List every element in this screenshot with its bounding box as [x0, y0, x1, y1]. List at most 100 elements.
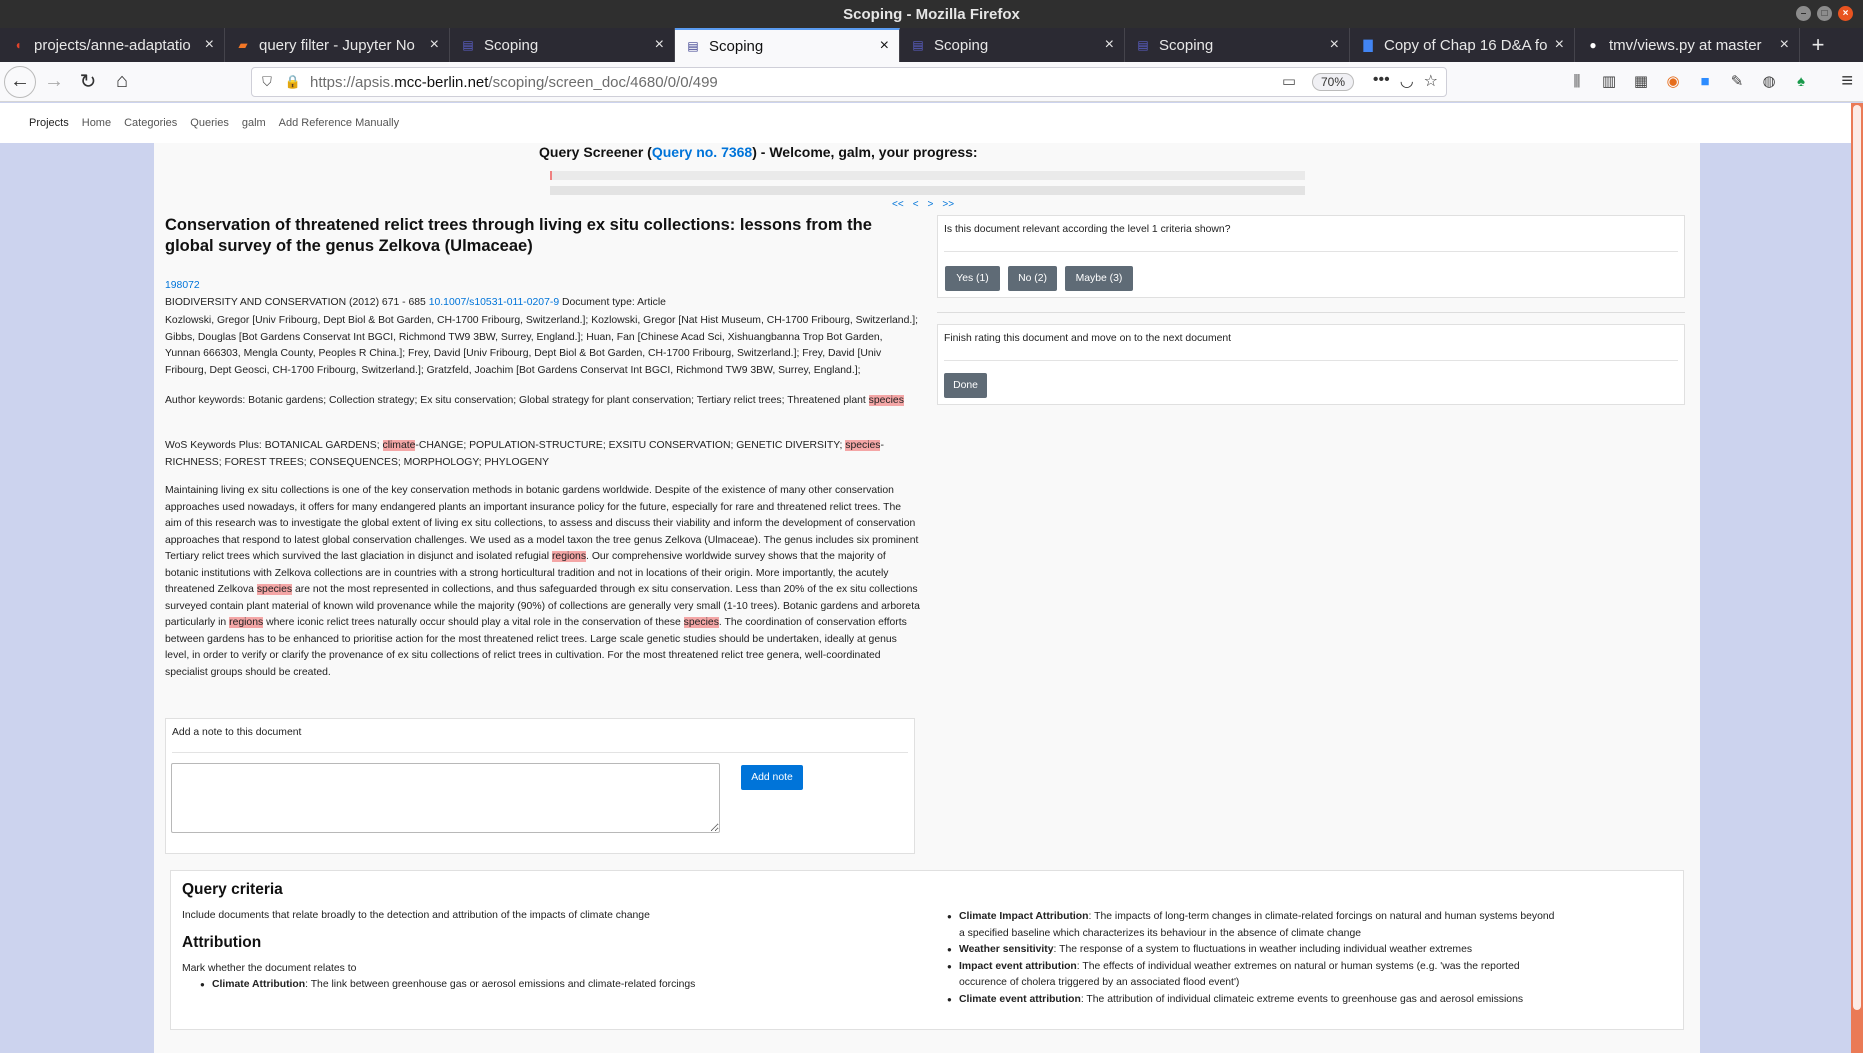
- scrollbar-thumb[interactable]: [1853, 105, 1861, 1010]
- tab-github[interactable]: ● tmv/views.py at master ×: [1575, 28, 1800, 62]
- bookmark-star-icon[interactable]: ☆: [1424, 71, 1438, 91]
- highlight-term: species: [845, 440, 881, 451]
- tab-label: Scoping: [709, 37, 764, 55]
- nav-home[interactable]: Home: [82, 117, 111, 129]
- keywords-text: WoS Keywords Plus: BOTANICAL GARDENS;: [165, 440, 383, 451]
- reload-button[interactable]: ↻: [72, 66, 104, 98]
- tab-scoping-1[interactable]: ▤ Scoping ×: [450, 28, 675, 62]
- tab-label: Scoping: [1159, 36, 1214, 54]
- new-tab-button[interactable]: +: [1800, 28, 1836, 62]
- divider: [944, 251, 1678, 252]
- shield-icon[interactable]: ⛉: [256, 74, 278, 90]
- highlight-term: species: [683, 617, 719, 628]
- no-button[interactable]: No (2): [1008, 266, 1057, 291]
- back-button[interactable]: ←: [4, 65, 36, 98]
- minimize-icon[interactable]: –: [1796, 6, 1811, 21]
- nav-user[interactable]: galm: [242, 117, 266, 129]
- criteria-item: Climate Attribution: The link between gr…: [200, 977, 820, 994]
- pager-next[interactable]: >: [928, 199, 934, 210]
- sidebar-icon[interactable]: ▥: [1598, 68, 1620, 94]
- reader-view-icon[interactable]: ▭: [1282, 72, 1296, 90]
- forward-button[interactable]: →: [38, 66, 70, 98]
- done-button[interactable]: Done: [944, 373, 987, 398]
- reload-icon: ↻: [79, 71, 97, 93]
- tab-close-icon[interactable]: ×: [1330, 36, 1339, 54]
- tab-strip: ◖ projects/anne-adaptatio × ▰ query filt…: [0, 28, 1863, 62]
- toolbar-extensions: ⫼ ▥ ▦ ◉ ■ ✎ ◍ ♠: [1566, 68, 1812, 94]
- add-note-button[interactable]: Add note: [741, 765, 803, 790]
- document-source: BIODIVERSITY AND CONSERVATION (2012) 671…: [165, 296, 426, 308]
- account-icon[interactable]: ◍: [1758, 68, 1780, 94]
- zoom-level[interactable]: 70%: [1311, 73, 1354, 91]
- query-link[interactable]: Query no. 7368: [652, 144, 752, 160]
- divider: [937, 312, 1685, 313]
- url-text[interactable]: https://apsis.mcc-berlin.net/scoping/scr…: [310, 74, 718, 91]
- highlight-term: species: [868, 395, 904, 406]
- zoom-extension-icon[interactable]: ■: [1694, 68, 1716, 94]
- tab-close-icon[interactable]: ×: [430, 36, 439, 54]
- criteria-item: Impact event attribution: The effects of…: [947, 959, 1557, 992]
- tab-jupyter[interactable]: ▰ query filter - Jupyter No ×: [225, 28, 450, 62]
- author-keywords: Author keywords: Botanic gardens; Collec…: [165, 393, 920, 410]
- yes-button[interactable]: Yes (1): [945, 266, 1000, 291]
- nav-add-reference[interactable]: Add Reference Manually: [279, 117, 399, 129]
- tab-close-icon[interactable]: ×: [1105, 36, 1114, 54]
- home-button[interactable]: ⌂: [106, 66, 138, 98]
- lock-icon[interactable]: 🔒: [282, 74, 304, 90]
- nav-queries[interactable]: Queries: [190, 117, 229, 129]
- note-textarea[interactable]: [171, 763, 720, 833]
- tab-google-docs[interactable]: ▇ Copy of Chap 16 D&A fo ×: [1350, 28, 1575, 62]
- document-abstract: Maintaining living ex situ collections i…: [165, 483, 920, 681]
- document-icon: ▤: [1137, 38, 1149, 52]
- criteria-term: Climate Impact Attribution: [959, 911, 1089, 922]
- firefox-extension-icon[interactable]: ◉: [1662, 68, 1684, 94]
- criteria-text: : The response of a system to fluctuatio…: [1053, 944, 1473, 955]
- close-window-icon[interactable]: ×: [1838, 6, 1853, 21]
- relevance-panel: Is this document relevant according the …: [937, 215, 1685, 298]
- nav-bar: ← → ↻ ⌂ ⛉ 🔒 https://apsis.mcc-berlin.net…: [0, 62, 1863, 102]
- pager-prev[interactable]: <: [913, 199, 919, 210]
- tab-close-icon[interactable]: ×: [205, 36, 214, 54]
- pager-first[interactable]: <<: [892, 199, 904, 210]
- more-actions-icon[interactable]: •••: [1373, 71, 1390, 91]
- nav-projects[interactable]: Projects: [29, 117, 69, 129]
- tab-scoping-3[interactable]: ▤ Scoping ×: [900, 28, 1125, 62]
- tab-close-icon[interactable]: ×: [1780, 36, 1789, 54]
- tab-gitlab[interactable]: ◖ projects/anne-adaptatio ×: [0, 28, 225, 62]
- maybe-button[interactable]: Maybe (3): [1065, 266, 1133, 291]
- home-icon: ⌂: [115, 70, 129, 92]
- doi-link[interactable]: 10.1007/s10531-011-0207-9: [429, 297, 559, 308]
- tab-close-icon[interactable]: ×: [1555, 36, 1564, 54]
- tab-close-icon[interactable]: ×: [655, 36, 664, 54]
- criteria-text: : The link between greenhouse gas or aer…: [305, 979, 696, 990]
- evernote-icon[interactable]: ♠: [1790, 68, 1812, 94]
- nav-categories[interactable]: Categories: [124, 117, 177, 129]
- tab-scoping-active[interactable]: ▤ Scoping ×: [675, 28, 900, 62]
- criteria-list-right: Climate Impact Attribution: The impacts …: [947, 909, 1557, 1008]
- hamburger-menu-icon[interactable]: ≡: [1841, 70, 1853, 93]
- url-path: /scoping/screen_doc/4680/0/0/499: [488, 73, 718, 91]
- github-icon: ●: [1589, 38, 1597, 52]
- highlight-term: climate: [382, 440, 416, 451]
- progress-bar: [550, 171, 1305, 180]
- library-icon[interactable]: ⫼: [1566, 68, 1588, 94]
- grid-extension-icon[interactable]: ▦: [1630, 68, 1652, 94]
- page-scrollbar[interactable]: [1851, 103, 1863, 1053]
- pager-last[interactable]: >>: [942, 199, 954, 210]
- tab-label: query filter - Jupyter No: [259, 36, 415, 54]
- url-bar[interactable]: ⛉ 🔒 https://apsis.mcc-berlin.net/scoping…: [251, 67, 1447, 97]
- url-actions: ••• ◡ ☆: [1373, 71, 1438, 91]
- tab-close-icon[interactable]: ×: [880, 37, 889, 55]
- document-id-link[interactable]: 198072: [165, 280, 200, 291]
- tab-label: Scoping: [484, 36, 539, 54]
- criteria-term: Impact event attribution: [959, 960, 1077, 972]
- main-content: Query Screener (Query no. 7368) - Welcom…: [154, 143, 1700, 1053]
- eyedropper-icon[interactable]: ✎: [1726, 68, 1748, 94]
- keywords-text: Author keywords: Botanic gardens; Collec…: [165, 395, 869, 406]
- pocket-icon[interactable]: ◡: [1400, 71, 1414, 91]
- progress-bar-secondary: [550, 186, 1305, 195]
- gitlab-icon: ◖: [14, 38, 22, 52]
- maximize-icon[interactable]: □: [1817, 6, 1832, 21]
- tab-scoping-4[interactable]: ▤ Scoping ×: [1125, 28, 1350, 62]
- url-domain: mcc-berlin.net: [394, 73, 489, 91]
